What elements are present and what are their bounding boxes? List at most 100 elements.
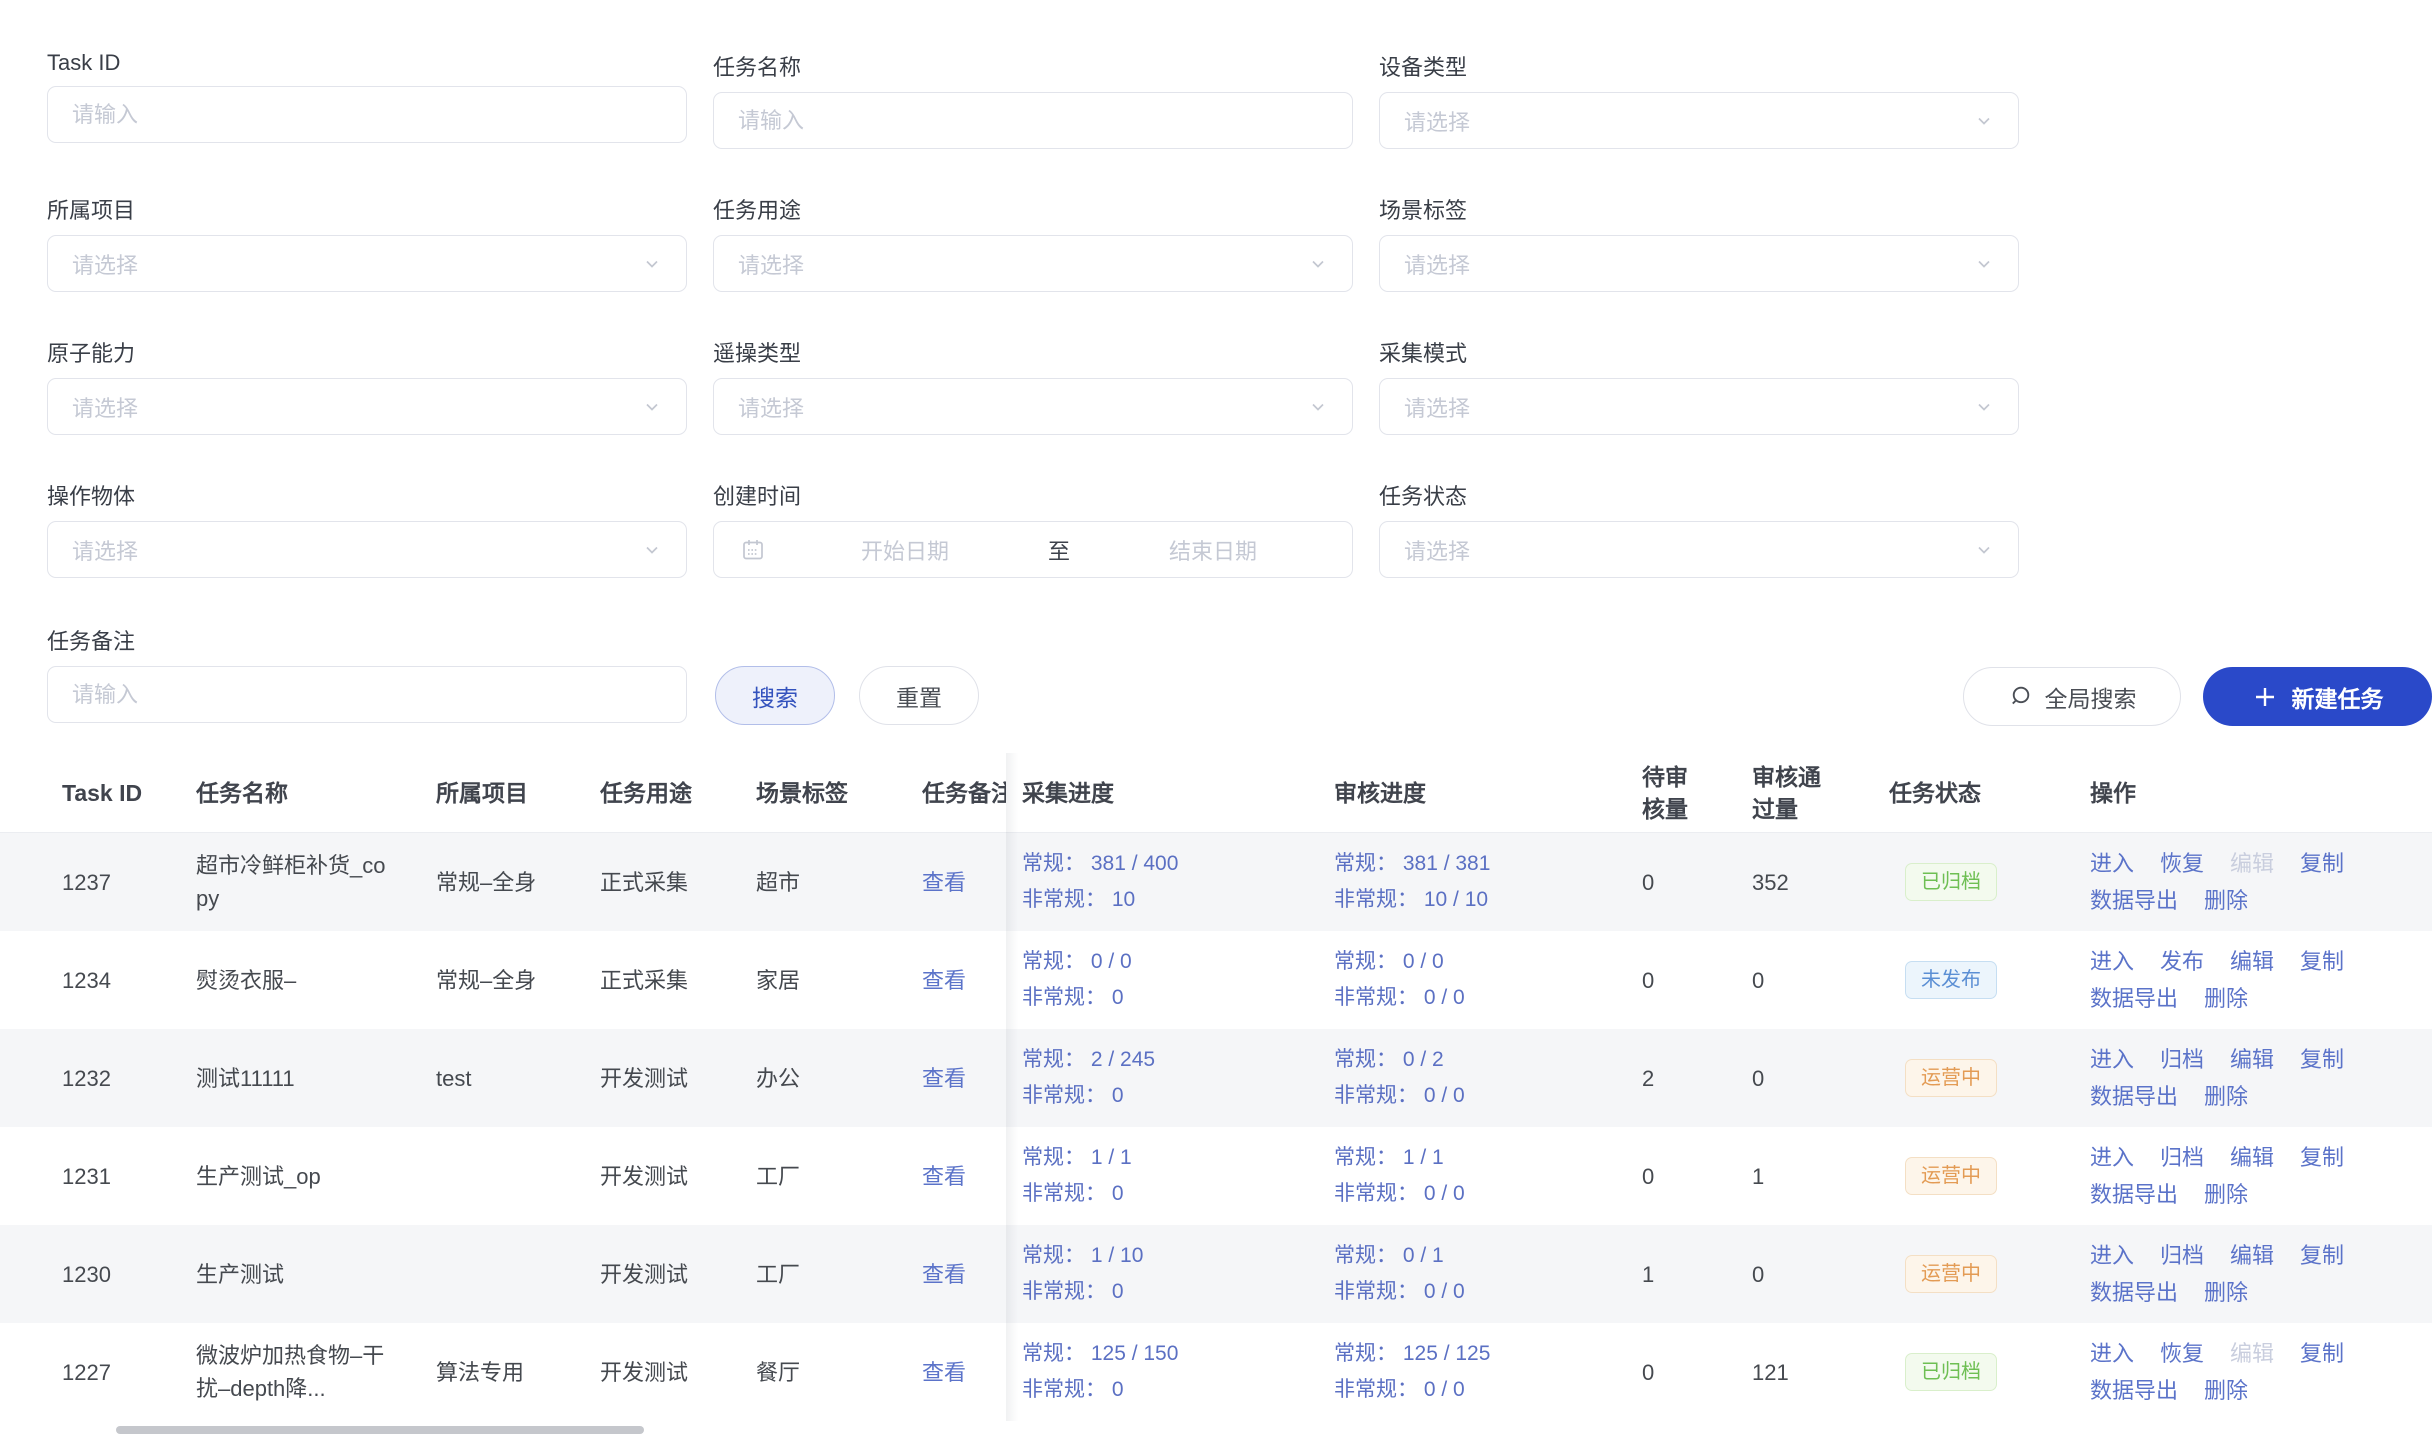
status-badge: 已归档	[1905, 863, 1997, 901]
chevron-down-icon	[642, 540, 662, 565]
row-action-link[interactable]: 删除	[2204, 882, 2248, 919]
col-review-progress: 审核进度	[1326, 753, 1586, 832]
col-purpose: 任务用途	[600, 753, 756, 832]
view-note-link[interactable]: 查看	[922, 1160, 1006, 1193]
row-action-link[interactable]: 数据导出	[2090, 1078, 2178, 1115]
teleop-select[interactable]: 请选择	[713, 378, 1353, 435]
search-button[interactable]: 搜索	[715, 666, 835, 725]
horizontal-scrollbar[interactable]	[116, 1426, 644, 1434]
table-row: 1237 超市冷鲜柜补货_copy 常规–全身 正式采集 超市 查看 常规： 3…	[0, 833, 2432, 931]
row-action-link[interactable]: 进入	[2090, 943, 2134, 980]
row-action-link[interactable]: 恢复	[2160, 1335, 2204, 1372]
filter-label: 操作物体	[47, 479, 687, 511]
row-action-link[interactable]: 编辑	[2230, 1139, 2274, 1176]
view-note-link[interactable]: 查看	[922, 1258, 1006, 1291]
reset-button[interactable]: 重置	[859, 666, 979, 725]
row-action-link[interactable]: 归档	[2160, 1237, 2204, 1274]
note-input[interactable]	[48, 667, 686, 722]
atomic-select[interactable]: 请选择	[47, 378, 687, 435]
select-placeholder: 请选择	[1380, 534, 2018, 566]
cell-purpose: 正式采集	[600, 931, 756, 1029]
cell-project: 常规–全身	[436, 931, 600, 1029]
filter-form: Task ID 任务名称 设备类型 请选择 所属项目 请选择	[0, 0, 2432, 725]
cell-note: 查看	[922, 1127, 1006, 1225]
cell-review-progress: 常规： 0 / 0非常规： 0 / 0	[1326, 931, 1586, 1029]
collect-mode-select[interactable]: 请选择	[1379, 378, 2019, 435]
row-action-link[interactable]: 数据导出	[2090, 1274, 2178, 1311]
cell-purpose: 正式采集	[600, 833, 756, 931]
status-badge: 运营中	[1905, 1157, 1997, 1195]
object-select[interactable]: 请选择	[47, 521, 687, 578]
row-action-link[interactable]: 删除	[2204, 1274, 2248, 1311]
row-action-link[interactable]: 复制	[2300, 1335, 2344, 1372]
cell-status: 已归档	[1840, 1323, 2070, 1421]
cell-note: 查看	[922, 1225, 1006, 1323]
row-action-link[interactable]: 进入	[2090, 1041, 2134, 1078]
start-date-placeholder[interactable]: 开始日期	[766, 534, 1044, 566]
filter-label: 任务用途	[713, 193, 1353, 225]
cell-scene: 家居	[756, 931, 922, 1029]
select-placeholder: 请选择	[48, 534, 686, 566]
view-note-link[interactable]: 查看	[922, 866, 1006, 899]
row-action-link[interactable]: 归档	[2160, 1041, 2204, 1078]
task-name-input[interactable]	[714, 93, 1352, 148]
row-action-link: 编辑	[2230, 845, 2274, 882]
create-time-range-picker[interactable]: 开始日期 至 结束日期	[713, 521, 1353, 578]
row-action-link[interactable]: 数据导出	[2090, 980, 2178, 1017]
row-action-link[interactable]: 删除	[2204, 1078, 2248, 1115]
row-action-link[interactable]: 归档	[2160, 1139, 2204, 1176]
row-action-link[interactable]: 进入	[2090, 1237, 2134, 1274]
view-note-link[interactable]: 查看	[922, 1356, 1006, 1389]
row-action-link[interactable]: 数据导出	[2090, 882, 2178, 919]
cell-note: 查看	[922, 1323, 1006, 1421]
project-select[interactable]: 请选择	[47, 235, 687, 292]
row-action-link[interactable]: 复制	[2300, 1139, 2344, 1176]
table-body: 1237 超市冷鲜柜补货_copy 常规–全身 正式采集 超市 查看 常规： 3…	[0, 833, 2432, 1421]
filter-note: 任务备注	[47, 624, 687, 723]
row-action-link[interactable]: 进入	[2090, 1139, 2134, 1176]
row-action-link[interactable]: 复制	[2300, 1041, 2344, 1078]
cell-approved-count: 1	[1700, 1127, 1840, 1225]
col-project: 所属项目	[436, 753, 600, 832]
row-action-link[interactable]: 复制	[2300, 943, 2344, 980]
filter-label: Task ID	[47, 50, 687, 76]
select-placeholder: 请选择	[714, 248, 1352, 280]
row-action-link[interactable]: 复制	[2300, 845, 2344, 882]
chevron-down-icon	[1308, 397, 1328, 422]
filter-object: 操作物体 请选择	[47, 479, 687, 578]
scene-tag-select[interactable]: 请选择	[1379, 235, 2019, 292]
filter-collect-mode: 采集模式 请选择	[1379, 336, 2019, 435]
filter-teleop: 遥操类型 请选择	[713, 336, 1353, 435]
cell-approved-count: 352	[1700, 833, 1840, 931]
row-action-link[interactable]: 恢复	[2160, 845, 2204, 882]
row-action-link[interactable]: 数据导出	[2090, 1176, 2178, 1213]
row-action-link[interactable]: 复制	[2300, 1237, 2344, 1274]
filter-label: 原子能力	[47, 336, 687, 368]
row-action-link[interactable]: 编辑	[2230, 1041, 2274, 1078]
filter-status: 任务状态 请选择	[1379, 479, 2019, 578]
task-id-input[interactable]	[48, 87, 686, 142]
cell-project: 算法专用	[436, 1323, 600, 1421]
row-action-link[interactable]: 删除	[2204, 1176, 2248, 1213]
view-note-link[interactable]: 查看	[922, 1062, 1006, 1095]
status-select[interactable]: 请选择	[1379, 521, 2019, 578]
filter-label: 任务状态	[1379, 479, 2019, 511]
row-action-link[interactable]: 编辑	[2230, 1237, 2274, 1274]
purpose-select[interactable]: 请选择	[713, 235, 1353, 292]
row-action-link[interactable]: 编辑	[2230, 943, 2274, 980]
end-date-placeholder[interactable]: 结束日期	[1074, 534, 1352, 566]
cell-review-progress: 常规： 381 / 381非常规： 10 / 10	[1326, 833, 1586, 931]
global-search-button[interactable]: 全局搜索	[1963, 667, 2181, 726]
row-action-link[interactable]: 发布	[2160, 943, 2204, 980]
new-task-button[interactable]: 新建任务	[2203, 667, 2432, 726]
row-action-link[interactable]: 进入	[2090, 845, 2134, 882]
col-status: 任务状态	[1840, 753, 2070, 832]
chevron-down-icon	[1974, 111, 1994, 136]
device-type-select[interactable]: 请选择	[1379, 92, 2019, 149]
row-action-link[interactable]: 删除	[2204, 1372, 2248, 1409]
cell-review-progress: 常规： 0 / 1非常规： 0 / 0	[1326, 1225, 1586, 1323]
row-action-link[interactable]: 进入	[2090, 1335, 2134, 1372]
row-action-link[interactable]: 删除	[2204, 980, 2248, 1017]
view-note-link[interactable]: 查看	[922, 964, 1006, 997]
row-action-link[interactable]: 数据导出	[2090, 1372, 2178, 1409]
